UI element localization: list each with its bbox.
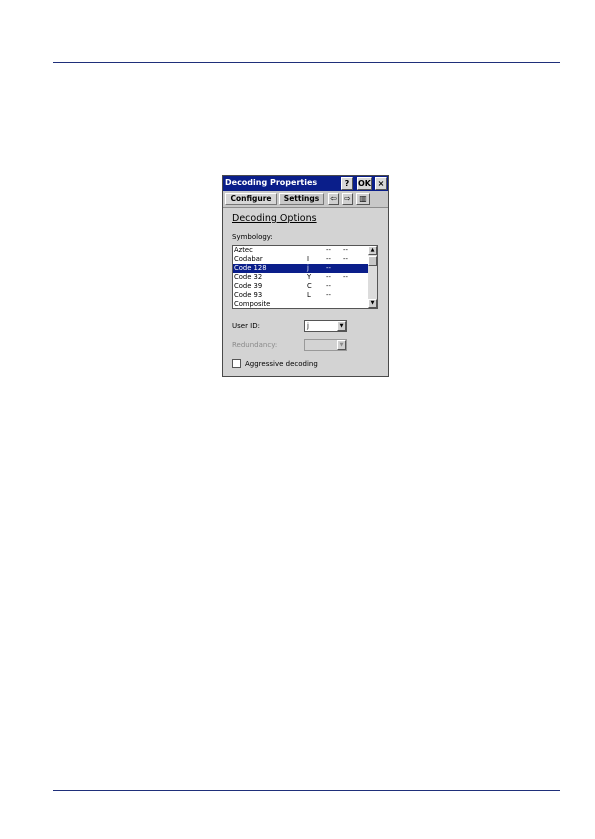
aggressive-decoding-label: Aggressive decoding [245, 360, 318, 368]
next-arrow-icon[interactable]: ⇨ [342, 193, 353, 205]
redundancy-label: Redundancy: [232, 341, 278, 349]
page-bottom-rule [53, 790, 560, 791]
list-item[interactable]: Codabar I -- -- [233, 255, 369, 264]
section-title: Decoding Options [232, 213, 317, 224]
list-item[interactable]: Aztec -- -- [233, 246, 369, 255]
chevron-down-icon[interactable]: ▼ [337, 340, 346, 350]
symbology-prefix: I [307, 255, 310, 263]
listbox-scrollbar[interactable]: ▲ ▼ [368, 246, 377, 308]
scroll-down-icon[interactable]: ▼ [368, 299, 377, 308]
symbology-label: Symbology: [232, 233, 273, 241]
ok-button[interactable]: OK [357, 177, 372, 190]
symbology-field: -- [326, 273, 331, 281]
scroll-thumb[interactable] [368, 256, 377, 266]
close-button[interactable]: × [375, 177, 387, 190]
symbology-field: -- [326, 255, 331, 263]
list-item[interactable]: Composite [233, 300, 369, 308]
symbology-prefix: Y [307, 273, 312, 281]
symbology-field: -- [326, 264, 331, 272]
list-item[interactable]: Code 93 L -- [233, 291, 369, 300]
list-item[interactable]: Code 32 Y -- -- [233, 273, 369, 282]
symbology-field: -- [326, 246, 331, 254]
symbology-name: Code 93 [234, 291, 263, 299]
chevron-down-icon[interactable]: ▼ [337, 321, 346, 331]
user-id-label: User ID: [232, 322, 260, 330]
tab-bar: Configure Settings ⇦ ⇨ ▥ [223, 192, 388, 206]
symbology-name: Codabar [234, 255, 263, 263]
symbology-name: Code 39 [234, 282, 263, 290]
symbology-prefix: j [307, 264, 309, 272]
dialog-title: Decoding Properties [225, 178, 318, 187]
decoding-properties-dialog: Decoding Properties ? OK × Configure Set… [222, 175, 389, 377]
list-item[interactable]: Code 39 C -- [233, 282, 369, 291]
symbology-name: Composite [234, 300, 271, 308]
symbology-field: -- [343, 255, 348, 263]
symbology-prefix: C [307, 282, 312, 290]
prev-arrow-icon[interactable]: ⇦ [328, 193, 339, 205]
user-id-combo[interactable]: j ▼ [304, 320, 347, 332]
symbology-listbox[interactable]: Aztec -- -- Codabar I -- -- Code 128 j -- Code 32 Y… [232, 245, 378, 309]
symbology-field: -- [343, 246, 348, 254]
barcode-icon[interactable]: ▥ [356, 193, 370, 205]
title-bar: Decoding Properties ? OK × [223, 176, 388, 191]
symbology-prefix: L [307, 291, 311, 299]
scroll-up-icon[interactable]: ▲ [368, 246, 377, 255]
symbology-name: Code 32 [234, 273, 263, 281]
list-item[interactable]: Code 128 j -- [233, 264, 369, 273]
help-button[interactable]: ? [341, 177, 353, 190]
symbology-name: Code 128 [234, 264, 267, 272]
symbology-field: -- [326, 282, 331, 290]
aggressive-decoding-checkbox[interactable] [232, 359, 241, 368]
symbology-field: -- [326, 291, 331, 299]
symbology-name: Aztec [234, 246, 253, 254]
page-top-rule [53, 62, 560, 63]
redundancy-combo[interactable]: ▼ [304, 339, 347, 351]
decoding-options-panel: Decoding Options Symbology: Aztec -- -- Cod… [223, 207, 388, 376]
symbology-field: -- [343, 273, 348, 281]
user-id-value: j [307, 322, 309, 330]
tab-configure[interactable]: Configure [225, 193, 277, 205]
tab-settings[interactable]: Settings [279, 193, 324, 205]
